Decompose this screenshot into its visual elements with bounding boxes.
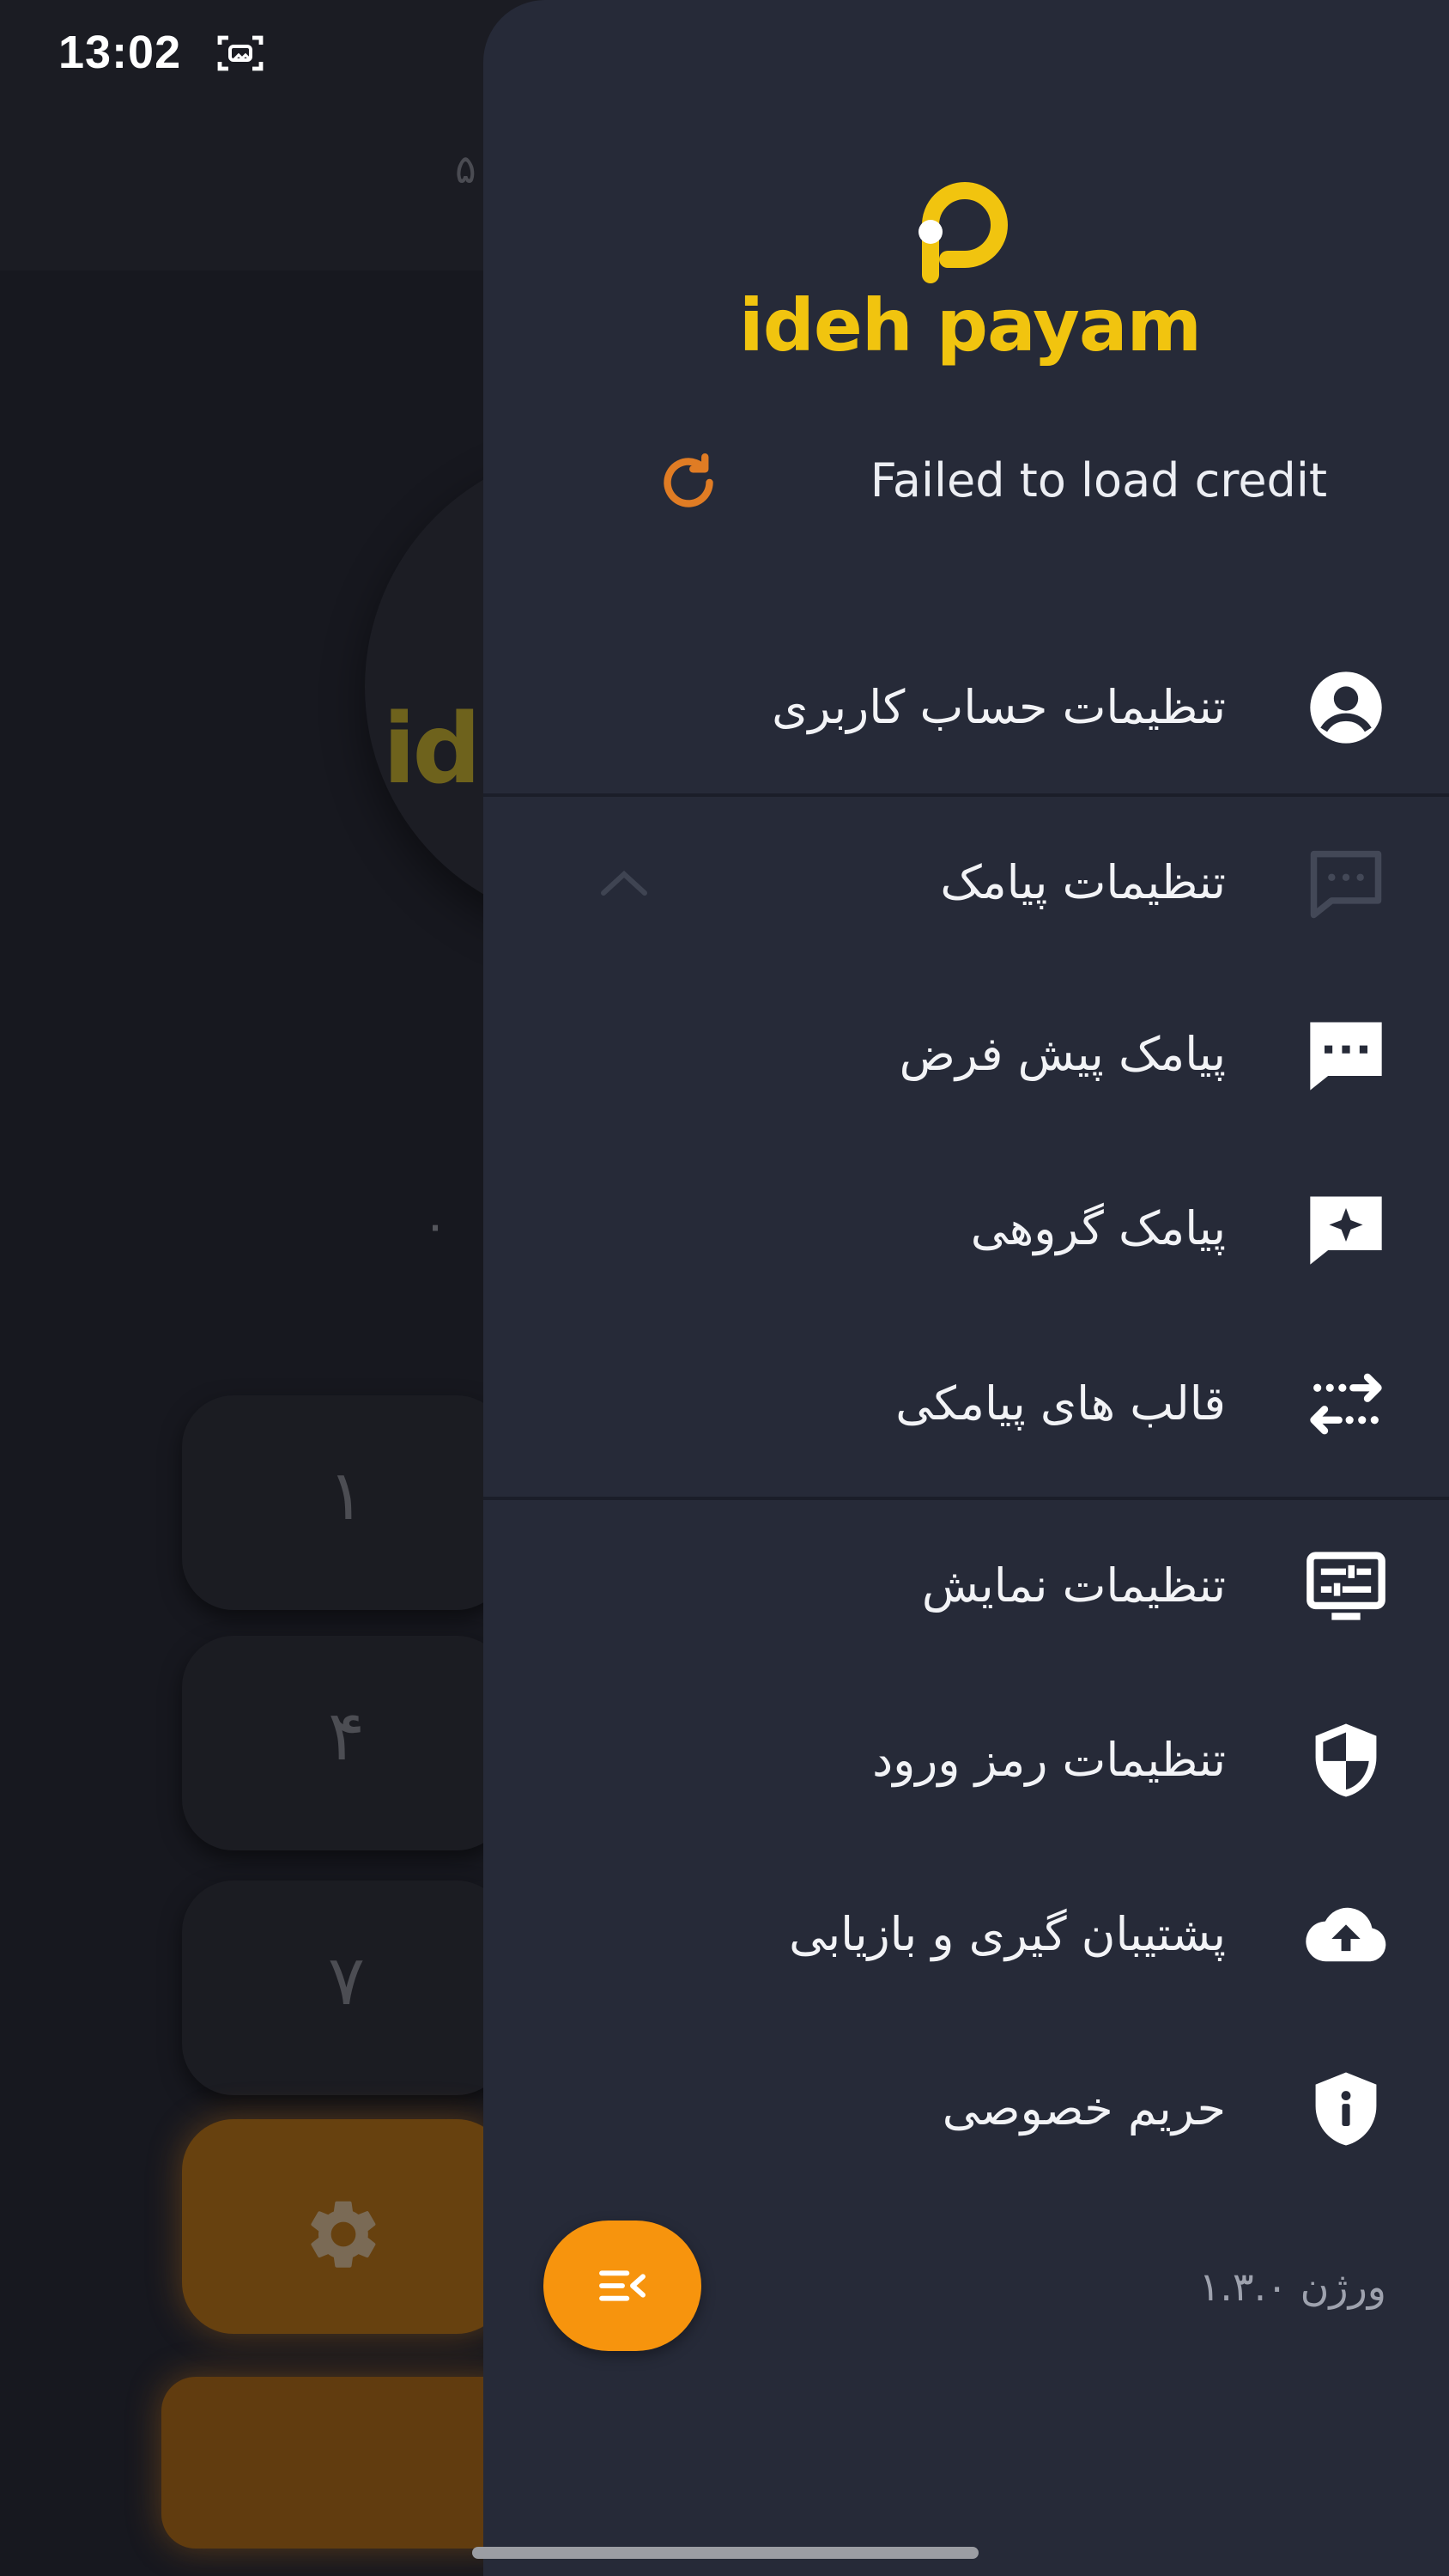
logo-p-icon [919, 182, 1008, 283]
menu-item-label: حریم خصوصی [942, 2081, 1226, 2136]
menu-item-label: پشتیبان گیری و بازیابی [789, 1907, 1226, 1961]
status-time: 13:02 [58, 27, 182, 78]
menu-item-default-sms[interactable]: پیامک پیش فرض [483, 969, 1449, 1140]
background-action-key [161, 2377, 522, 2549]
account-circle-icon [1310, 671, 1382, 744]
swap-arrows-icon [1310, 1373, 1382, 1435]
background-key-7: ۷ [182, 1880, 508, 2095]
cloud-upload-icon [1306, 1907, 1386, 1962]
menu-item-privacy[interactable]: حریم خصوصی [483, 2023, 1449, 2195]
refresh-icon[interactable] [652, 447, 724, 519]
display-settings-icon [1307, 1552, 1385, 1620]
menu-item-password-settings[interactable]: تنظیمات رمز ورود [483, 1674, 1449, 1846]
credit-status-row: Failed to load credit [652, 447, 1339, 515]
privacy-shield-icon [1315, 2072, 1377, 2146]
menu-item-backup-restore[interactable]: پشتیبان گیری و بازیابی [483, 1849, 1449, 2020]
background-key-1: ۱ [182, 1395, 508, 1610]
logo-text: ideh payam [738, 283, 1202, 368]
menu-item-label: تنظیمات پیامک [940, 855, 1226, 909]
message-icon [1310, 1022, 1382, 1091]
menu-item-group-sms[interactable]: پیامک گروهی [483, 1143, 1449, 1315]
menu-item-label: پیامک گروهی [970, 1201, 1226, 1255]
background-key-label: ۴ [328, 1696, 365, 1776]
menu-item-display-settings[interactable]: تنظیمات نمایش [483, 1500, 1449, 1672]
menu-item-label: تنظیمات حساب کاربری [772, 680, 1226, 734]
version-label: ورژن ۱.۳.۰ [1198, 2263, 1386, 2310]
background-key-label: ۷ [328, 1941, 365, 2020]
background-key-4: ۴ [182, 1636, 508, 1850]
screenshot-icon [217, 35, 264, 71]
credit-status-text: Failed to load credit [870, 453, 1327, 507]
menu-item-label: تنظیمات رمز ورود [872, 1733, 1226, 1787]
background-logo-text: id [383, 694, 482, 805]
menu-item-account-settings[interactable]: تنظیمات حساب کاربری [483, 622, 1449, 793]
gear-icon [311, 2201, 376, 2268]
menu-item-label: تنظیمات نمایش [921, 1558, 1226, 1613]
chevron-up-icon[interactable] [597, 866, 652, 900]
shield-icon [1315, 1723, 1377, 1797]
menu-item-label: قالب های پیامکی [895, 1376, 1226, 1431]
background-pin-display: ۰ [422, 1198, 449, 1254]
message-outline-icon [1310, 850, 1382, 919]
close-drawer-button[interactable] [543, 2221, 701, 2351]
background-header-text: ۵ [455, 146, 476, 192]
menu-item-sms-templates[interactable]: قالب های پیامکی [483, 1318, 1449, 1490]
message-star-icon [1310, 1196, 1382, 1265]
gesture-home-bar[interactable] [472, 2547, 979, 2559]
app-logo: ideh payam [738, 180, 1202, 386]
menu-item-label: پیامک پیش فرض [899, 1027, 1226, 1081]
menu-collapse-icon [599, 2270, 646, 2301]
background-key-label: ۱ [328, 1455, 365, 1535]
